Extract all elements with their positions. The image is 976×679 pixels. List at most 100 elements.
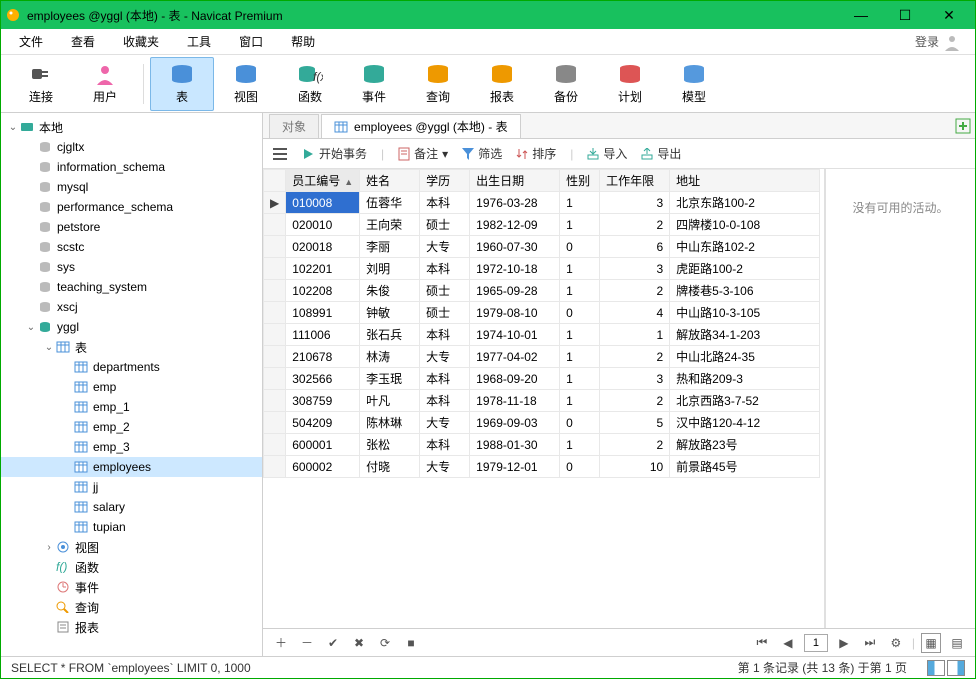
column-header[interactable]: 地址 — [670, 170, 820, 192]
tree-item-petstore[interactable]: petstore — [1, 217, 262, 237]
cell[interactable]: 1978-11-18 — [470, 390, 560, 412]
cell[interactable]: 1977-04-02 — [470, 346, 560, 368]
cell[interactable]: 1979-12-01 — [470, 456, 560, 478]
tree-item-departments[interactable]: departments — [1, 357, 262, 377]
tree-item-yggl[interactable]: ⌄yggl — [1, 317, 262, 337]
cell[interactable]: 302566 — [286, 368, 360, 390]
tree-item-事件[interactable]: 事件 — [1, 577, 262, 597]
cell[interactable]: 6 — [600, 236, 670, 258]
toolbar-query-button[interactable]: 查询 — [406, 57, 470, 111]
cell[interactable]: 2 — [600, 434, 670, 456]
cell[interactable]: 308759 — [286, 390, 360, 412]
cell[interactable]: 林涛 — [360, 346, 420, 368]
tree-item-报表[interactable]: 报表 — [1, 617, 262, 637]
sort-button[interactable]: 排序 — [516, 145, 556, 162]
tree-item-employees[interactable]: employees — [1, 457, 262, 477]
column-header[interactable]: 员工编号▲ — [286, 170, 360, 192]
table-row[interactable]: 600002付晓大专1979-12-01010前景路45号 — [264, 456, 820, 478]
cell[interactable]: 0 — [560, 456, 600, 478]
cell[interactable]: 大专 — [420, 346, 470, 368]
next-page-button[interactable]: ▶ — [834, 633, 854, 653]
table-row[interactable]: ▶010008伍蓉华本科1976-03-2813北京东路100-2 — [264, 192, 820, 214]
expand-toggle[interactable]: › — [43, 542, 55, 553]
cell[interactable]: 大专 — [420, 456, 470, 478]
tab-active[interactable]: employees @yggl (本地) - 表 — [321, 114, 521, 138]
table-row[interactable]: 308759叶凡本科1978-11-1812北京西路3-7-52 — [264, 390, 820, 412]
table-row[interactable]: 020018李丽大专1960-07-3006中山东路102-2 — [264, 236, 820, 258]
tree-item-salary[interactable]: salary — [1, 497, 262, 517]
cell[interactable]: 伍蓉华 — [360, 192, 420, 214]
last-page-button[interactable]: ⏭ — [860, 633, 880, 653]
toolbar-backup-button[interactable]: 备份 — [534, 57, 598, 111]
cell[interactable]: 108991 — [286, 302, 360, 324]
cell[interactable]: 叶凡 — [360, 390, 420, 412]
cell[interactable]: 1979-08-10 — [470, 302, 560, 324]
new-tab-button[interactable] — [951, 114, 975, 138]
tree-item-cjgltx[interactable]: cjgltx — [1, 137, 262, 157]
cell[interactable]: 李玉珉 — [360, 368, 420, 390]
form-view-button[interactable]: ▤ — [947, 633, 967, 653]
cell[interactable]: 1974-10-01 — [470, 324, 560, 346]
cell[interactable]: 北京西路3-7-52 — [670, 390, 820, 412]
cell[interactable]: 朱俊 — [360, 280, 420, 302]
add-row-button[interactable]: ＋ — [271, 633, 291, 653]
cell[interactable]: 汉中路120-4-12 — [670, 412, 820, 434]
expand-toggle[interactable]: ⌄ — [43, 342, 55, 353]
toolbar-report-button[interactable]: 报表 — [470, 57, 534, 111]
tree-item-emp_3[interactable]: emp_3 — [1, 437, 262, 457]
cell[interactable]: 010008 — [286, 192, 360, 214]
tree-item-performance_schema[interactable]: performance_schema — [1, 197, 262, 217]
cell[interactable]: 热和路209-3 — [670, 368, 820, 390]
cell[interactable]: 2 — [600, 214, 670, 236]
column-header[interactable]: 学历 — [420, 170, 470, 192]
cell[interactable]: 付晓 — [360, 456, 420, 478]
maximize-button[interactable]: ☐ — [883, 1, 927, 29]
tree-item-视图[interactable]: ›视图 — [1, 537, 262, 557]
cell[interactable]: 解放路23号 — [670, 434, 820, 456]
stop-button[interactable]: ■ — [401, 633, 421, 653]
cell[interactable]: 1972-10-18 — [470, 258, 560, 280]
table-row[interactable]: 020010王向荣硕士1982-12-0912四牌楼10-0-108 — [264, 214, 820, 236]
cell[interactable]: 1 — [560, 434, 600, 456]
pane-toggle-left[interactable] — [927, 660, 945, 676]
cell[interactable]: 前景路45号 — [670, 456, 820, 478]
data-grid[interactable]: 员工编号▲姓名学历出生日期性别工作年限地址▶010008伍蓉华本科1976-03… — [263, 169, 825, 628]
table-row[interactable]: 111006张石兵本科1974-10-0111解放路34-1-203 — [264, 324, 820, 346]
page-input[interactable] — [804, 634, 828, 652]
cell[interactable]: 0 — [560, 236, 600, 258]
cell[interactable]: 1 — [560, 346, 600, 368]
cell[interactable]: 10 — [600, 456, 670, 478]
commit-button[interactable]: ✔ — [323, 633, 343, 653]
cell[interactable]: 本科 — [420, 368, 470, 390]
table-row[interactable]: 600001张松本科1988-01-3012解放路23号 — [264, 434, 820, 456]
toolbar-table-button[interactable]: 表 — [150, 57, 214, 111]
cell[interactable]: 1 — [560, 368, 600, 390]
toolbar-plan-button[interactable]: 计划 — [598, 57, 662, 111]
cell[interactable]: 3 — [600, 368, 670, 390]
menu-收藏夹[interactable]: 收藏夹 — [109, 29, 173, 54]
expand-toggle[interactable]: ⌄ — [25, 322, 37, 333]
toolbar-user-button[interactable]: 用户 — [73, 57, 137, 111]
cell[interactable]: 2 — [600, 390, 670, 412]
cell[interactable]: 北京东路100-2 — [670, 192, 820, 214]
cell[interactable]: 1 — [560, 192, 600, 214]
menu-文件[interactable]: 文件 — [5, 29, 57, 54]
minimize-button[interactable]: ― — [839, 1, 883, 29]
cell[interactable]: 1 — [560, 258, 600, 280]
cell[interactable]: 中山路10-3-105 — [670, 302, 820, 324]
connection-tree[interactable]: ⌄本地cjgltxinformation_schemamysqlperforma… — [1, 113, 263, 656]
menu-查看[interactable]: 查看 — [57, 29, 109, 54]
cell[interactable]: 1 — [560, 324, 600, 346]
cell[interactable]: 1976-03-28 — [470, 192, 560, 214]
tree-item-函数[interactable]: f()函数 — [1, 557, 262, 577]
tree-item-jj[interactable]: jj — [1, 477, 262, 497]
table-row[interactable]: 210678林涛大专1977-04-0212中山北路24-35 — [264, 346, 820, 368]
cell[interactable]: 111006 — [286, 324, 360, 346]
cell[interactable]: 4 — [600, 302, 670, 324]
cell[interactable]: 102208 — [286, 280, 360, 302]
tree-item-information_schema[interactable]: information_schema — [1, 157, 262, 177]
tree-item-本地[interactable]: ⌄本地 — [1, 117, 262, 137]
toolbar-event-button[interactable]: 事件 — [342, 57, 406, 111]
menu-工具[interactable]: 工具 — [173, 29, 225, 54]
cell[interactable]: 1965-09-28 — [470, 280, 560, 302]
